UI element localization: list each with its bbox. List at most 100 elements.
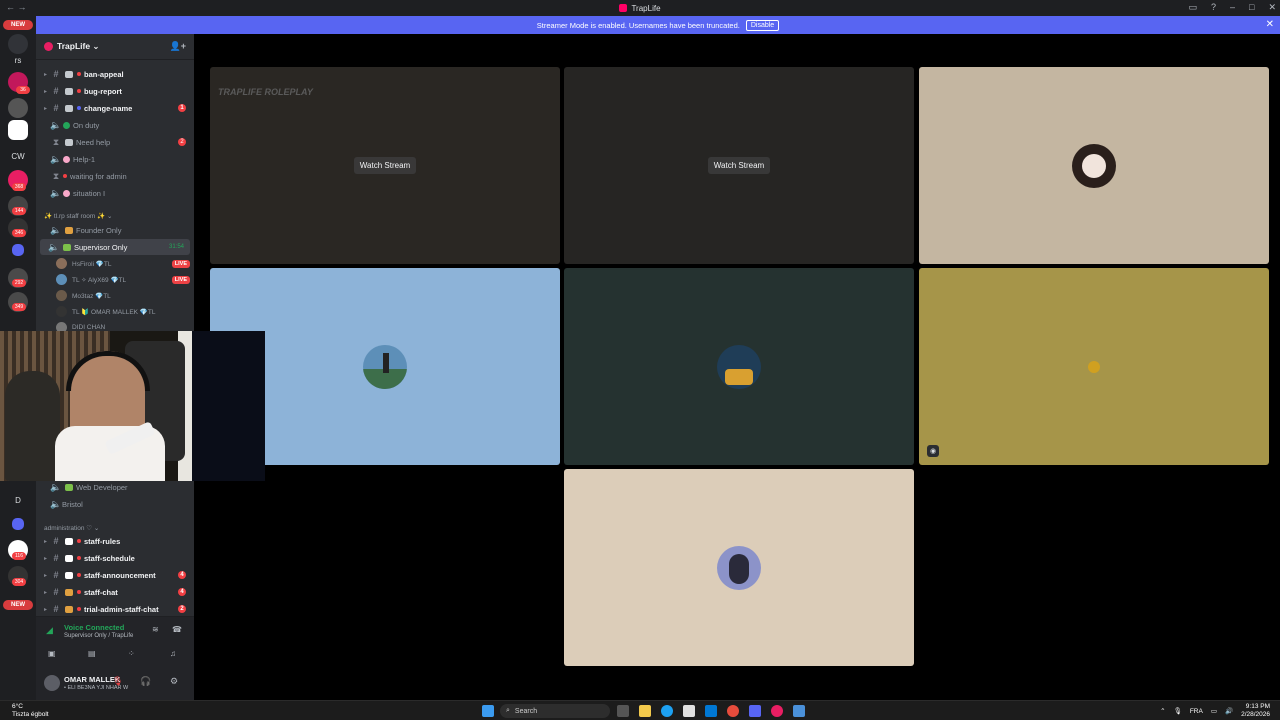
voice-user[interactable]: HsFiroli 💎TL LIVE: [56, 256, 190, 271]
category-administration[interactable]: administration ♡ ⌄: [44, 524, 99, 532]
channel-waiting-for-admin[interactable]: ⧗ waiting for admin: [36, 168, 194, 184]
voice-user-name: DIDI CHAN: [72, 324, 106, 331]
channel-founder-only[interactable]: 🔈 Founder Only: [36, 222, 194, 238]
voice-connected-channel[interactable]: Supervisor Only / TrapLife: [64, 633, 133, 639]
participant-tile[interactable]: [564, 469, 914, 666]
camera-off-icon[interactable]: ▣: [48, 649, 56, 658]
app-icon[interactable]: [771, 705, 783, 717]
help-icon[interactable]: ?: [1211, 2, 1216, 13]
voice-user[interactable]: Mo3taz 💎TL: [56, 288, 190, 303]
voice-user-name: TL 🔰 OMAR MALLEK 💎TL: [72, 308, 156, 316]
voice-connected-title[interactable]: Voice Connected: [64, 623, 124, 632]
channel-label: Supervisor Only: [74, 242, 128, 252]
back-forward-icons[interactable]: ← →: [6, 2, 27, 12]
minimize-icon[interactable]: –: [1230, 2, 1235, 13]
taskbar-search[interactable]: ⌕ Search: [500, 704, 610, 718]
channel-staff-schedule[interactable]: ▸ # staff-schedule: [36, 550, 194, 566]
webcam-overlay: [0, 331, 265, 481]
hash-icon: #: [53, 103, 59, 113]
channel-label: Help-1: [73, 154, 96, 164]
chrome-icon[interactable]: [727, 705, 739, 717]
channel-staff-chat[interactable]: ▸ # staff-chat 4: [36, 584, 194, 600]
inbox-icon[interactable]: ▭: [1188, 2, 1197, 13]
add-member-icon[interactable]: 👤+: [170, 41, 186, 52]
channel-situation-1[interactable]: 🔈 situation I: [36, 185, 194, 201]
signal-icon[interactable]: ◢: [46, 625, 53, 636]
channel-supervisor-only[interactable]: 🔈 Supervisor Only 31:54: [40, 239, 190, 255]
server-badge: 346: [12, 229, 26, 237]
disconnect-icon[interactable]: ☎: [172, 625, 182, 634]
watch-stream-button[interactable]: Watch Stream: [707, 157, 771, 174]
avatar[interactable]: [44, 675, 60, 691]
server-name: TrapLife ⌄: [57, 41, 100, 51]
clock[interactable]: 9:13 PM 2/28/2026: [1241, 703, 1270, 719]
weather-widget[interactable]: 6°C Tiszta égbolt: [12, 703, 49, 719]
chevron-up-icon[interactable]: ⌃: [1160, 707, 1165, 715]
channel-trial-admin-staff-chat[interactable]: ▸ # trial-admin-staff-chat 2: [36, 601, 194, 617]
network-icon[interactable]: ▭: [1211, 707, 1217, 715]
new-badge: NEW: [3, 20, 33, 30]
system-tray: ⌃ 🎙 FRA ▭ 🔊 9:13 PM 2/28/2026: [1160, 703, 1270, 719]
server-icon-active[interactable]: [8, 120, 28, 140]
voice-user[interactable]: TL 🔰 OMAR MALLEK 💎TL: [56, 304, 190, 319]
channel-bristol[interactable]: 🔈 Bristol: [36, 496, 194, 512]
start-icon[interactable]: [482, 705, 494, 717]
stream-tile[interactable]: Watch Stream: [564, 67, 914, 264]
server-header[interactable]: TrapLife ⌄ 👤+: [36, 34, 194, 60]
close-icon[interactable]: ✕: [1268, 2, 1276, 13]
server-label-cw[interactable]: CW: [8, 146, 28, 166]
channel-change-name[interactable]: ▸ # change-name 1: [36, 100, 194, 116]
server-icon[interactable]: [8, 98, 28, 118]
hourglass-icon: ⧗: [52, 170, 60, 181]
discord-icon[interactable]: [749, 705, 761, 717]
voice-user-name: TL ✧ AlyX69 💎TL: [72, 276, 127, 284]
banner-close-icon[interactable]: ✕: [1266, 19, 1274, 30]
speaker-icon: 🔈: [50, 224, 62, 235]
microphone-tray-icon[interactable]: 🎙: [1174, 707, 1182, 715]
settings-icon[interactable]: [793, 705, 805, 717]
channel-need-help[interactable]: ⧗ Need help 2: [36, 134, 194, 150]
speaker-icon: 🔈: [50, 481, 62, 492]
volume-icon[interactable]: 🔊: [1225, 707, 1233, 715]
edge-icon[interactable]: [661, 705, 673, 717]
participant-tile[interactable]: [919, 67, 1269, 264]
folder-icon[interactable]: [12, 518, 24, 530]
clock-date: 2/28/2026: [1241, 711, 1270, 718]
noise-suppression-icon[interactable]: ≋: [152, 625, 159, 634]
voice-stage: TRAPLIFE ROLEPLAY Watch Stream Watch Str…: [194, 34, 1280, 700]
channel-on-duty[interactable]: 🔈 On duty: [36, 117, 194, 133]
server-label-d[interactable]: D: [8, 490, 28, 510]
participant-tile[interactable]: [564, 268, 914, 465]
category-staff-room[interactable]: ✨ tl.rp staff room ✨ ⌄: [44, 212, 112, 220]
maximize-icon[interactable]: □: [1249, 2, 1254, 13]
voice-user[interactable]: TL ✧ AlyX69 💎TL LIVE: [56, 272, 190, 287]
channel-label: change-name: [84, 103, 133, 113]
server-label-rs[interactable]: rs: [8, 50, 28, 70]
mic-muted-icon[interactable]: 🎙: [112, 676, 123, 687]
stream-tile[interactable]: TRAPLIFE ROLEPLAY Watch Stream: [210, 67, 560, 264]
channel-staff-announcement[interactable]: ▸ # staff-announcement 4: [36, 567, 194, 583]
deafened-icon[interactable]: 🎧: [140, 676, 151, 687]
channel-staff-rules[interactable]: ▸ # staff-rules: [36, 533, 194, 549]
folder-icon[interactable]: [12, 244, 24, 256]
participant-tile[interactable]: ◉: [919, 268, 1269, 465]
channel-help-1[interactable]: 🔈 Help-1: [36, 151, 194, 167]
soundboard-icon[interactable]: ♫: [170, 649, 176, 658]
channel-ban-appeal[interactable]: ▸ # ban-appeal: [36, 66, 194, 82]
watch-stream-button[interactable]: Watch Stream: [353, 157, 417, 174]
settings-gear-icon[interactable]: ⚙: [170, 676, 178, 687]
window-titlebar: ← → TrapLife ▭ ? – □ ✕: [0, 0, 1280, 16]
camera-icon[interactable]: ◉: [927, 445, 939, 457]
file-explorer-icon[interactable]: [639, 705, 651, 717]
store-icon[interactable]: [683, 705, 695, 717]
channel-bug-report[interactable]: ▸ # bug-report: [36, 83, 194, 99]
channel-label: staff-schedule: [84, 553, 135, 563]
activities-icon[interactable]: ⁘: [128, 649, 135, 658]
language-indicator[interactable]: FRA: [1190, 708, 1203, 715]
channel-web-developer[interactable]: 🔈 Web Developer: [36, 479, 194, 495]
screen-share-icon[interactable]: ▤: [88, 649, 96, 658]
mail-icon[interactable]: [705, 705, 717, 717]
task-view-icon[interactable]: [617, 705, 629, 717]
disable-streamer-mode-button[interactable]: Disable: [745, 19, 780, 31]
mention-badge: 1: [178, 104, 186, 112]
